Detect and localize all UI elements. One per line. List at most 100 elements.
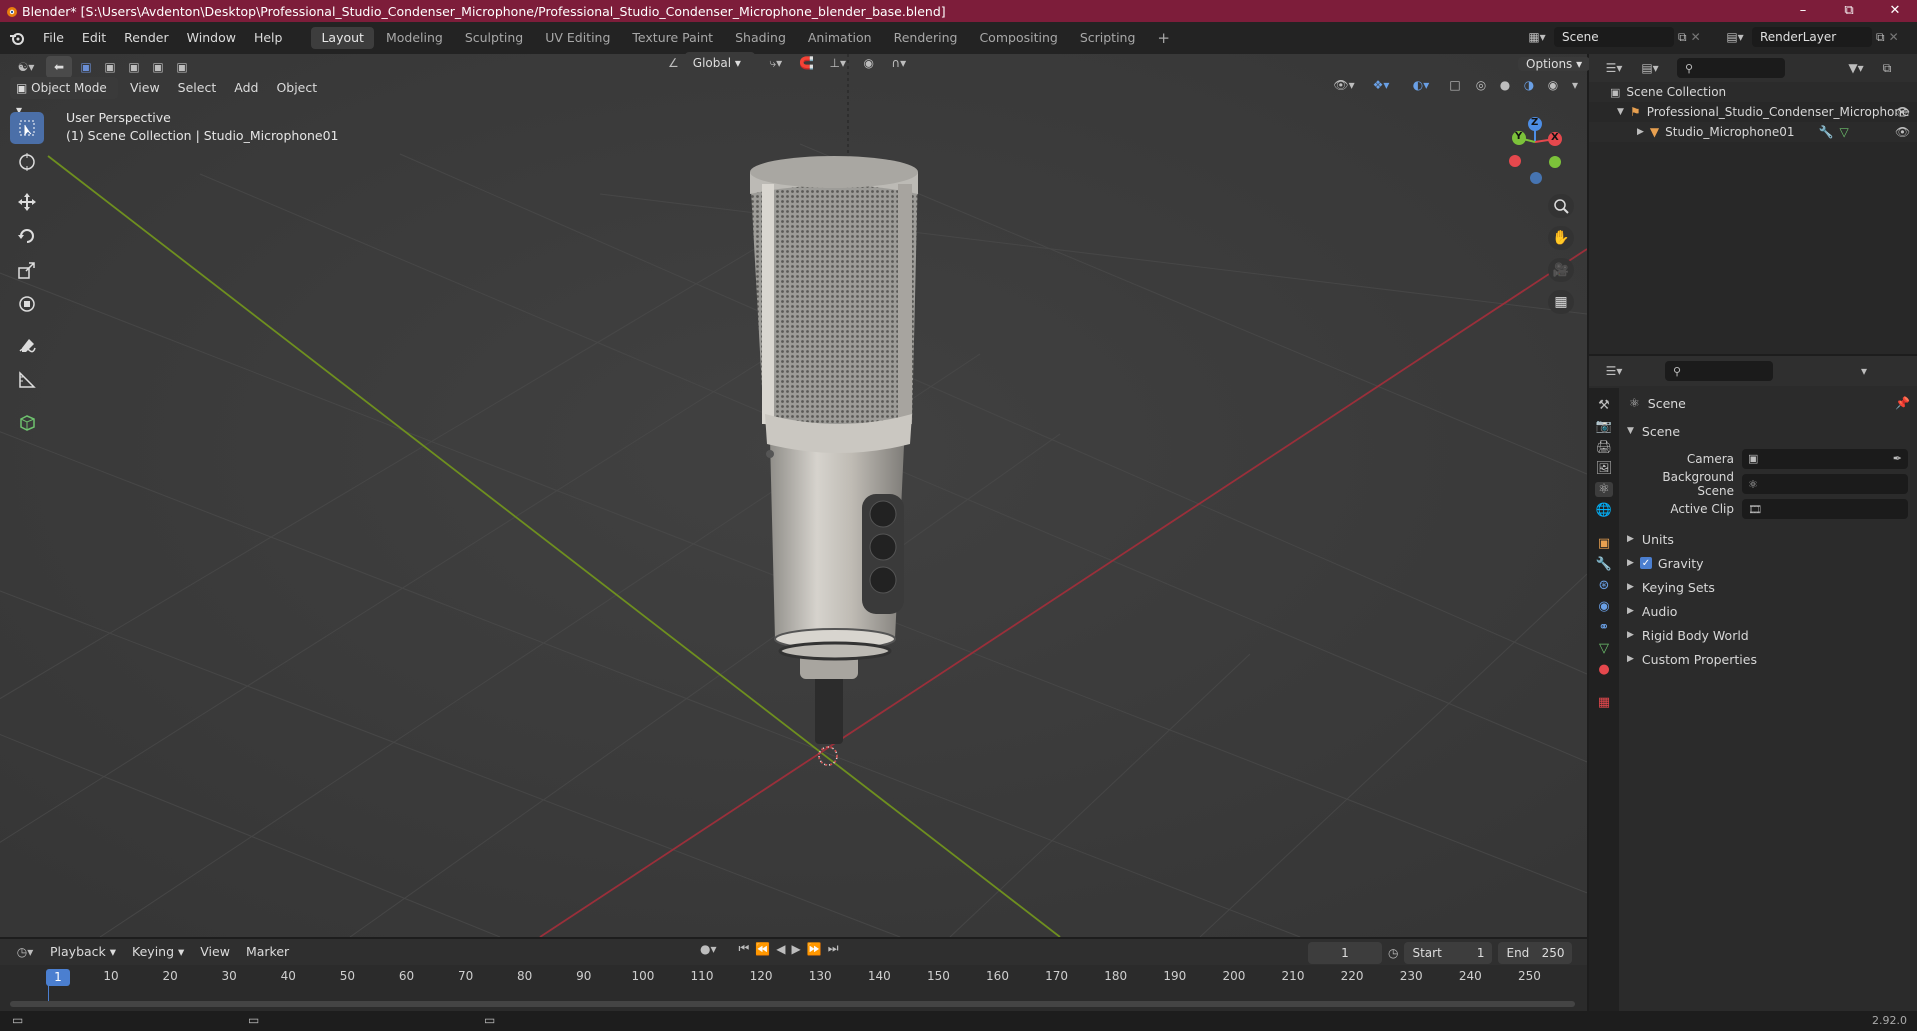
- modifier-icon[interactable]: 🔧: [1819, 125, 1834, 139]
- options-button[interactable]: Options ▾: [1518, 57, 1591, 71]
- object-mode-dropdown[interactable]: ▣ Object Mode ▾: [10, 77, 118, 117]
- properties-options-icon[interactable]: ▾: [1861, 364, 1867, 378]
- gravity-panel-header[interactable]: ▶ ✓ Gravity: [1625, 551, 1917, 575]
- shading-rendered-icon[interactable]: ◉: [1544, 78, 1562, 92]
- 3d-viewport[interactable]: [0, 54, 1587, 937]
- panel-collapsed-arrow-icon[interactable]: ▶: [1627, 630, 1634, 640]
- measure-tool-icon[interactable]: [10, 364, 44, 396]
- menu-edit[interactable]: Edit: [73, 22, 115, 54]
- panel-collapsed-arrow-icon[interactable]: ▶: [1627, 558, 1634, 568]
- menu-view[interactable]: View: [124, 77, 166, 99]
- prev-keyframe-icon[interactable]: ⏪: [755, 942, 770, 956]
- maximize-button[interactable]: ⧉: [1826, 0, 1872, 22]
- falloff-icon[interactable]: ∩▾: [885, 56, 913, 70]
- pan-hand-icon[interactable]: ✋: [1548, 226, 1574, 250]
- menu-playback[interactable]: Playback ▾: [44, 941, 122, 963]
- jump-end-icon[interactable]: ⏭: [828, 941, 839, 956]
- menu-window[interactable]: Window: [178, 22, 245, 54]
- select-tool-icon[interactable]: [10, 112, 44, 144]
- object-visibility-icon[interactable]: 👁: [1895, 125, 1910, 139]
- new-collection-icon[interactable]: ⧉: [1877, 61, 1897, 76]
- units-panel-header[interactable]: ▶ Units: [1625, 527, 1917, 551]
- data-tab-icon[interactable]: ▽: [1599, 641, 1609, 656]
- rigid-body-panel-header[interactable]: ▶ Rigid Body World: [1625, 623, 1917, 647]
- play-icon[interactable]: ▶: [792, 942, 801, 956]
- select-mode-invert-icon[interactable]: ▣: [148, 60, 168, 74]
- visibility-icon[interactable]: 👁▾: [1330, 78, 1358, 92]
- world-tab-icon[interactable]: 🌐: [1596, 503, 1612, 518]
- expand-arrow-icon[interactable]: ▼: [1617, 107, 1624, 117]
- filter-icon[interactable]: ▼▾: [1841, 61, 1871, 75]
- new-renderlayer-icon[interactable]: ⧉: [1876, 30, 1885, 45]
- menu-render[interactable]: Render: [115, 22, 178, 54]
- select-mode-intersect-icon[interactable]: ▣: [172, 60, 192, 74]
- eyedropper-icon[interactable]: ✒: [1893, 449, 1902, 469]
- panel-expand-arrow-icon[interactable]: ▼: [1627, 426, 1634, 436]
- renderlayer-selector-icon[interactable]: ▤▾: [1722, 30, 1748, 44]
- gizmo-toggle-icon[interactable]: ❖▾: [1364, 78, 1398, 92]
- start-frame-field[interactable]: Start 1: [1404, 942, 1493, 964]
- shading-wireframe-icon[interactable]: ◎: [1472, 78, 1490, 92]
- delete-renderlayer-icon[interactable]: ✕: [1889, 30, 1899, 44]
- new-scene-icon[interactable]: ⧉: [1678, 30, 1687, 45]
- tab-sculpting[interactable]: Sculpting: [455, 27, 533, 49]
- shading-material-icon[interactable]: ◑: [1520, 78, 1538, 92]
- select-mode-subtract-icon[interactable]: ▣: [124, 60, 144, 74]
- delete-scene-icon[interactable]: ✕: [1691, 30, 1701, 44]
- view-layer-tab-icon[interactable]: 🖼: [1596, 461, 1613, 476]
- menu-add[interactable]: Add: [228, 77, 264, 99]
- menu-file[interactable]: File: [34, 22, 73, 54]
- panel-collapsed-arrow-icon[interactable]: ▶: [1627, 654, 1634, 664]
- audio-panel-header[interactable]: ▶ Audio: [1625, 599, 1917, 623]
- shading-options-icon[interactable]: ▾: [1568, 78, 1582, 92]
- shading-solid-icon[interactable]: ●: [1496, 78, 1514, 92]
- physics-tab-icon[interactable]: ◉: [1598, 599, 1609, 614]
- timeline-scrollbar[interactable]: [10, 1001, 1575, 1007]
- tab-animation[interactable]: Animation: [798, 27, 882, 49]
- end-frame-field[interactable]: End 250: [1498, 942, 1573, 964]
- snap-icon[interactable]: 🧲: [797, 56, 817, 70]
- properties-search-field[interactable]: ⚲: [1665, 361, 1773, 381]
- custom-properties-panel-header[interactable]: ▶ Custom Properties: [1625, 647, 1917, 671]
- outliner-row-scene-collection[interactable]: ▣ Scene Collection: [1589, 82, 1917, 102]
- editor-type-icon[interactable]: ☯▾: [10, 60, 42, 74]
- select-mode-new-icon[interactable]: ▣: [76, 60, 96, 74]
- tab-uv-editing[interactable]: UV Editing: [535, 27, 620, 49]
- tab-rendering[interactable]: Rendering: [884, 27, 968, 49]
- outliner-row-object[interactable]: ▶ ▼ Studio_Microphone01 🔧 ▽ 👁: [1589, 122, 1917, 142]
- background-scene-field[interactable]: ⚛: [1742, 473, 1908, 494]
- preview-range-icon[interactable]: ◷: [1388, 946, 1398, 960]
- menu-object[interactable]: Object: [270, 77, 323, 99]
- minimize-button[interactable]: –: [1780, 0, 1826, 22]
- camera-field[interactable]: ▣ ✒: [1742, 448, 1908, 469]
- frame-ruler[interactable]: 1102030405060708090100110120130140150160…: [0, 969, 1587, 987]
- cursor-tool-icon[interactable]: [10, 146, 44, 178]
- orientation-dropdown[interactable]: Global ▾: [684, 52, 755, 74]
- texture-tab-icon[interactable]: ▦: [1598, 695, 1610, 710]
- keying-sets-panel-header[interactable]: ▶ Keying Sets: [1625, 575, 1917, 599]
- menu-help[interactable]: Help: [245, 22, 292, 54]
- rotate-tool-icon[interactable]: [10, 220, 44, 252]
- panel-collapsed-arrow-icon[interactable]: ▶: [1627, 534, 1634, 544]
- next-keyframe-icon[interactable]: ⏩: [807, 942, 822, 956]
- outliner-editor-icon[interactable]: ☰▾: [1599, 61, 1629, 75]
- particles-tab-icon[interactable]: ⊛: [1599, 578, 1610, 593]
- modifier-tab-icon[interactable]: 🔧: [1596, 557, 1612, 572]
- gravity-checkbox[interactable]: ✓: [1639, 557, 1652, 569]
- tab-shading[interactable]: Shading: [725, 27, 796, 49]
- menu-timeline-view[interactable]: View: [194, 941, 236, 963]
- xray-icon[interactable]: □: [1444, 78, 1466, 92]
- tab-modeling[interactable]: Modeling: [376, 27, 453, 49]
- add-cube-tool-icon[interactable]: [10, 406, 44, 438]
- scale-tool-icon[interactable]: [10, 254, 44, 286]
- annotate-tool-icon[interactable]: [10, 330, 44, 362]
- material-tab-icon[interactable]: ●: [1598, 662, 1609, 677]
- constraints-tab-icon[interactable]: ⚭: [1599, 620, 1610, 635]
- panel-collapsed-arrow-icon[interactable]: ▶: [1627, 606, 1634, 616]
- blender-menu-icon[interactable]: [0, 31, 34, 45]
- pivot-point-icon[interactable]: ⤷▾: [761, 56, 791, 71]
- scene-selector-icon[interactable]: ▦▾: [1524, 30, 1550, 44]
- tab-texture-paint[interactable]: Texture Paint: [622, 27, 723, 49]
- transform-tool-icon[interactable]: [10, 288, 44, 320]
- close-window-button[interactable]: ✕: [1872, 0, 1917, 22]
